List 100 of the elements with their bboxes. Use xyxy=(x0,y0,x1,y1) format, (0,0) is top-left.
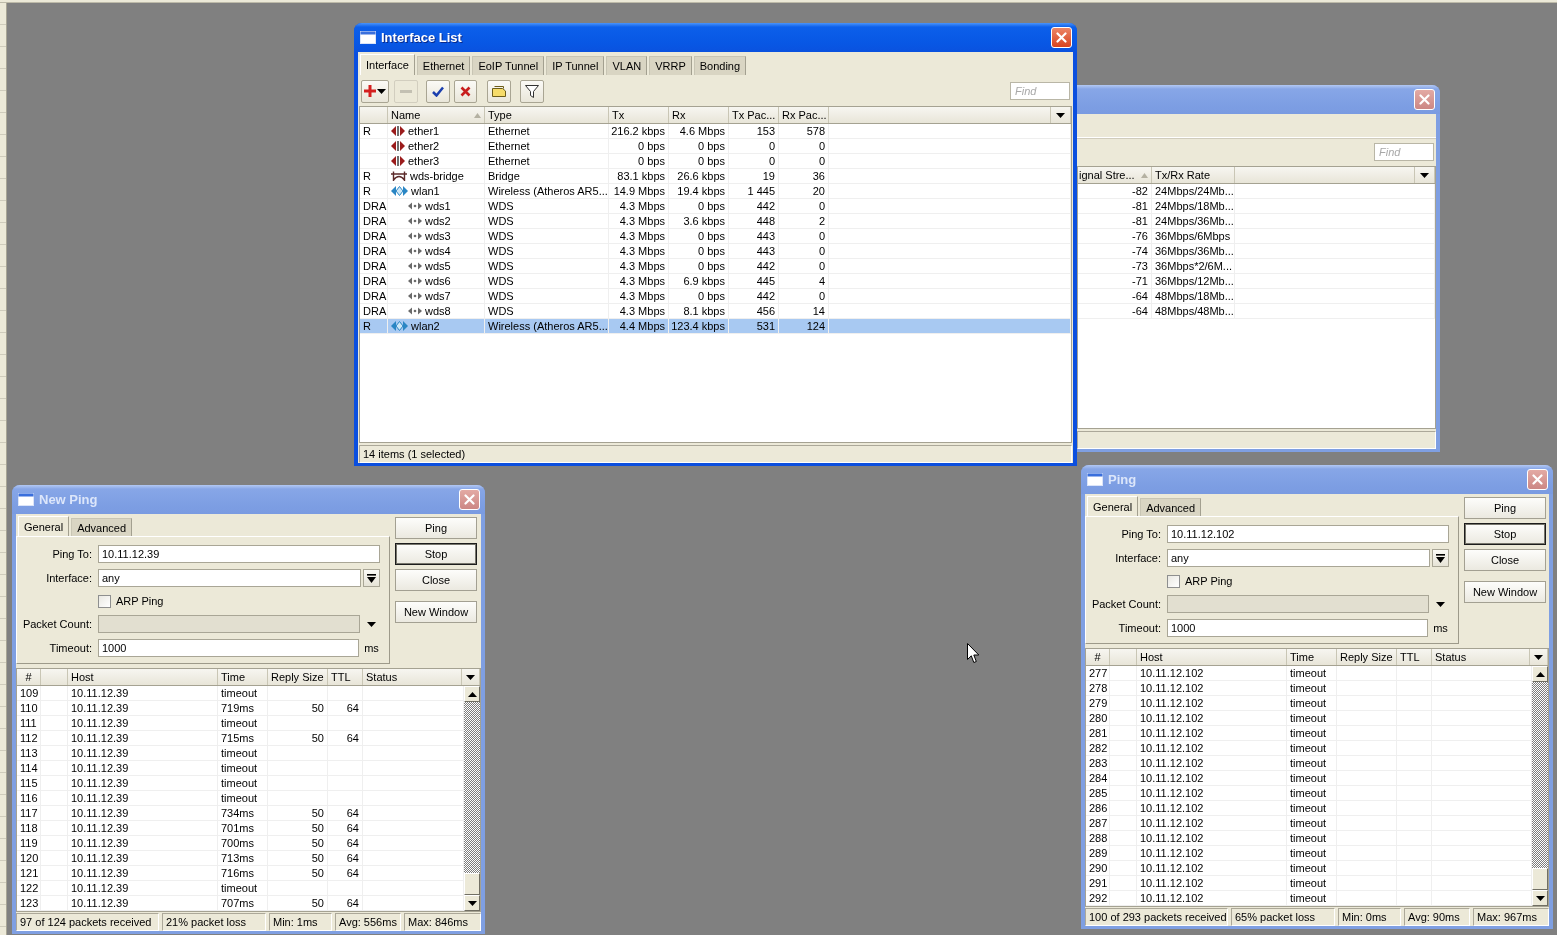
search-field[interactable]: Find xyxy=(1010,82,1070,100)
column-header[interactable]: # xyxy=(25,671,32,683)
close-button[interactable] xyxy=(1414,89,1435,110)
caret-down-icon[interactable] xyxy=(367,621,376,627)
tab[interactable]: Advanced xyxy=(1140,498,1202,516)
push-button[interactable]: New Window xyxy=(1464,581,1546,603)
input-field[interactable]: 10.11.12.39 xyxy=(98,545,380,563)
table-row[interactable]: DRA wds5 WDS 4.3 Mbps 0 bps 442 0 xyxy=(360,259,1071,274)
tab[interactable]: VRRP xyxy=(649,56,692,75)
caret-down-icon[interactable] xyxy=(1436,601,1445,607)
input-field[interactable]: 1000 xyxy=(98,639,359,657)
table-row[interactable]: DRA wds6 WDS 4.3 Mbps 6.9 kbps 445 4 xyxy=(360,274,1071,289)
table-row[interactable]: DRA wds7 WDS 4.3 Mbps 0 bps 442 0 xyxy=(360,289,1071,304)
column-header[interactable]: Time xyxy=(221,671,246,683)
column-header[interactable]: ignal Stre... xyxy=(1079,169,1135,181)
column-header[interactable]: Tx xyxy=(612,109,625,121)
table-row[interactable]: DRA wds1 WDS 4.3 Mbps 0 bps 442 0 xyxy=(360,199,1071,214)
search-field[interactable]: Find xyxy=(1374,143,1434,161)
table-cell: 3.6 kbps xyxy=(669,214,729,228)
push-button[interactable]: Stop xyxy=(395,543,477,565)
scroll-down-button[interactable] xyxy=(1532,890,1548,906)
column-header[interactable]: Tx Pac... xyxy=(732,109,776,121)
table-row[interactable]: R ether1 Ethernet 216.2 kbps 4.6 Mbps 153 578 xyxy=(360,124,1071,139)
tab[interactable]: Interface xyxy=(360,54,415,75)
scroll-up-button[interactable] xyxy=(1532,666,1548,682)
tab[interactable]: VLAN xyxy=(606,56,648,75)
column-header[interactable]: Host xyxy=(71,671,94,683)
vertical-scrollbar[interactable] xyxy=(1532,666,1548,906)
table-cell: -64 xyxy=(1078,289,1152,303)
push-button[interactable]: Close xyxy=(1464,549,1546,571)
table-cell: 0 xyxy=(779,199,829,213)
comment-button[interactable] xyxy=(487,79,511,103)
column-header[interactable]: Rx Pac... xyxy=(782,109,827,121)
caret-down-icon[interactable] xyxy=(466,674,475,680)
caret-down-icon[interactable] xyxy=(1534,654,1543,660)
column-header[interactable]: Rx xyxy=(672,109,686,121)
column-header[interactable]: Status xyxy=(1435,651,1467,663)
close-button[interactable] xyxy=(459,489,480,510)
enable-button[interactable] xyxy=(426,79,450,103)
push-button[interactable]: Stop xyxy=(1464,523,1546,545)
table-row[interactable]: R wlan2 Wireless (Atheros AR5... 4.4 Mbps 123.4 kbps 531 124 xyxy=(360,319,1071,334)
dropdown-button[interactable] xyxy=(1432,549,1449,567)
table-cell: 36Mbps*2/6M... xyxy=(1152,259,1235,273)
push-button[interactable]: Ping xyxy=(395,517,477,539)
input-field[interactable]: 10.11.12.102 xyxy=(1167,525,1449,543)
caret-down-icon[interactable] xyxy=(1420,172,1429,178)
dropdown-button[interactable] xyxy=(363,569,380,587)
checkbox[interactable] xyxy=(1167,574,1180,588)
checkbox[interactable] xyxy=(98,594,111,608)
tab[interactable]: General xyxy=(1087,496,1139,516)
caret-down-icon[interactable] xyxy=(1056,112,1065,118)
scroll-down-button[interactable] xyxy=(464,895,480,911)
scroll-up-button[interactable] xyxy=(464,686,480,702)
table-row[interactable]: ether3 Ethernet 0 bps 0 bps 0 0 xyxy=(360,154,1071,169)
mouse-pointer-icon xyxy=(967,643,980,664)
column-header[interactable]: Host xyxy=(1140,651,1163,663)
column-header[interactable]: Tx/Rx Rate xyxy=(1155,169,1210,181)
close-button[interactable] xyxy=(1527,469,1548,490)
input-field[interactable]: 1000 xyxy=(1167,619,1428,637)
close-icon xyxy=(464,494,475,505)
table-row[interactable]: DRA wds8 WDS 4.3 Mbps 8.1 kbps 456 14 xyxy=(360,304,1071,319)
tab[interactable]: Ethernet xyxy=(416,56,471,75)
table-row[interactable]: R wlan1 Wireless (Atheros AR5... 14.9 Mbps 19.4 kbps 1 445 20 xyxy=(360,184,1071,199)
tab[interactable]: IP Tunnel xyxy=(546,56,605,75)
push-button[interactable]: New Window xyxy=(395,601,477,623)
close-button[interactable] xyxy=(1051,27,1072,48)
column-header[interactable]: Time xyxy=(1290,651,1315,663)
table-cell: wlan2 xyxy=(411,319,440,333)
column-header[interactable]: Reply Size xyxy=(271,671,324,683)
tab[interactable]: Advanced xyxy=(71,518,133,536)
table-cell: 19 xyxy=(729,169,779,183)
input-field[interactable]: any xyxy=(98,569,361,587)
input-field[interactable]: any xyxy=(1167,549,1430,567)
push-button[interactable]: Ping xyxy=(1464,497,1546,519)
table-cell: 124 xyxy=(779,319,829,333)
column-header[interactable]: # xyxy=(1094,651,1101,663)
vertical-scrollbar[interactable] xyxy=(464,686,480,911)
column-header[interactable]: Reply Size xyxy=(1340,651,1393,663)
column-header[interactable]: Status xyxy=(366,671,398,683)
filter-button[interactable] xyxy=(520,79,544,103)
add-button[interactable] xyxy=(361,79,389,103)
table-row[interactable]: R wds-bridge Bridge 83.1 kbps 26.6 kbps 19 36 xyxy=(360,169,1071,184)
push-button[interactable]: Close xyxy=(395,569,477,591)
table-row[interactable]: DRA wds3 WDS 4.3 Mbps 0 bps 443 0 xyxy=(360,229,1071,244)
column-header[interactable]: TTL xyxy=(331,671,351,683)
tab[interactable]: Bonding xyxy=(693,56,747,75)
table-row[interactable]: ether2 Ethernet 0 bps 0 bps 0 0 xyxy=(360,139,1071,154)
table-row[interactable]: DRA wds4 WDS 4.3 Mbps 0 bps 443 0 xyxy=(360,244,1071,259)
table-row[interactable]: DRA wds2 WDS 4.3 Mbps 3.6 kbps 448 2 xyxy=(360,214,1071,229)
tab[interactable]: General xyxy=(18,516,70,536)
scrollbar-thumb[interactable] xyxy=(1532,868,1548,890)
table-cell: 4.3 Mbps xyxy=(609,229,669,243)
table-cell: 14 xyxy=(779,304,829,318)
tab[interactable]: EoIP Tunnel xyxy=(472,56,545,75)
column-header[interactable]: TTL xyxy=(1400,651,1420,663)
scrollbar-thumb[interactable] xyxy=(464,873,480,895)
column-header[interactable]: Name xyxy=(391,109,421,121)
disable-button[interactable] xyxy=(454,79,477,103)
table-cell: DRA xyxy=(360,259,388,273)
column-header[interactable]: Type xyxy=(488,109,512,121)
